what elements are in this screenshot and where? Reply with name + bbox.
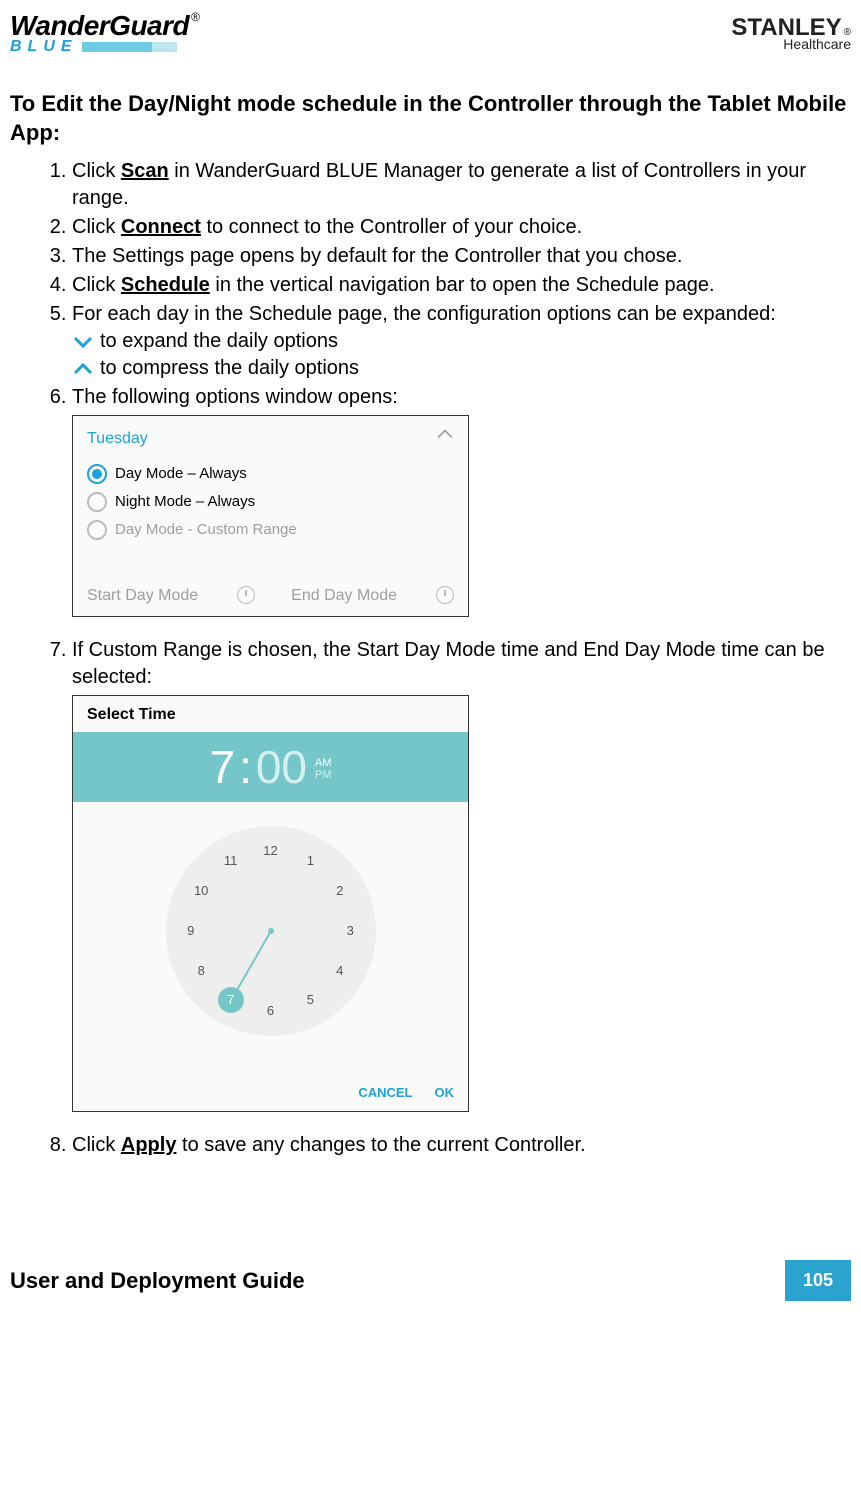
clock-num-4[interactable]: 4 [336,962,343,980]
radio-day-mode-custom[interactable]: Day Mode - Custom Range [87,516,468,544]
apply-label: Apply [121,1134,177,1156]
clock-num-2[interactable]: 2 [336,882,343,900]
selected-minute[interactable]: 00 [256,736,307,798]
connect-label: Connect [121,216,201,238]
step-2: Click Connect to connect to the Controll… [72,213,851,242]
radio-day-mode-always[interactable]: Day Mode – Always [87,460,468,488]
clock-num-7-selected[interactable]: 7 [218,987,244,1013]
selected-hour[interactable]: 7 [209,736,235,798]
clock-num-11[interactable]: 11 [224,853,238,871]
page-header: WanderGuard ® BLUE STANLEY® Healthcare [10,10,851,60]
radio-selected-icon [87,464,107,484]
am-toggle[interactable]: AM [315,757,332,769]
step-8: Click Apply to save any changes to the c… [72,1131,851,1160]
step-4: Click Schedule in the vertical navigatio… [72,271,851,300]
chevron-up-icon [72,360,94,378]
clock-face[interactable]: 12 1 2 3 4 5 6 7 8 9 10 11 [166,826,376,1036]
day-label: Tuesday [73,416,468,460]
step-5: For each day in the Schedule page, the c… [72,300,851,383]
section-title: To Edit the Day/Night mode schedule in t… [10,90,851,147]
clock-num-5[interactable]: 5 [307,991,314,1009]
page-footer: User and Deployment Guide 105 [10,1160,851,1301]
select-time-title: Select Time [73,696,468,732]
step-3: The Settings page opens by default for t… [72,242,851,271]
clock-num-8[interactable]: 8 [198,962,205,980]
chevron-up-icon[interactable] [436,422,454,446]
clock-icon[interactable] [436,586,454,604]
radio-unselected-icon [87,492,107,512]
footer-title: User and Deployment Guide [10,1268,305,1294]
clock-num-9[interactable]: 9 [187,922,194,940]
scan-label: Scan [121,160,169,182]
ok-button[interactable]: OK [435,1084,455,1102]
time-display-bar: 7 : 00 AM PM [73,732,468,802]
chevron-down-icon [72,333,94,351]
step-6: The following options window opens: Tues… [72,383,851,636]
schedule-label: Schedule [121,274,210,296]
options-screenshot: Tuesday Day Mode – Always Night Mode – A… [72,415,469,617]
clock-icon[interactable] [237,586,255,604]
end-day-mode-label[interactable]: End Day Mode [291,585,397,607]
step-7: If Custom Range is chosen, the Start Day… [72,636,851,1131]
clock-num-3[interactable]: 3 [347,922,354,940]
start-day-mode-label[interactable]: Start Day Mode [87,585,198,607]
clock-num-10[interactable]: 10 [194,882,208,900]
time-picker-screenshot: Select Time 7 : 00 AM PM 12 1 2 3 [72,695,469,1112]
logo-bars [82,42,177,52]
clock-num-6[interactable]: 6 [267,1002,274,1020]
instruction-list: Click Scan in WanderGuard BLUE Manager t… [52,157,851,1160]
clock-num-12[interactable]: 12 [263,842,277,860]
step-1: Click Scan in WanderGuard BLUE Manager t… [72,157,851,213]
pm-toggle[interactable]: PM [315,769,332,781]
wanderguard-logo: WanderGuard ® BLUE [10,10,200,56]
page-number: 105 [785,1260,851,1301]
wanderguard-blue: BLUE [10,38,78,56]
registered-mark: ® [191,10,200,24]
stanley-logo: STANLEY® Healthcare [731,14,851,52]
clock-num-1[interactable]: 1 [307,853,314,871]
radio-night-mode-always[interactable]: Night Mode – Always [87,488,468,516]
cancel-button[interactable]: CANCEL [358,1084,412,1102]
radio-unselected-icon [87,520,107,540]
